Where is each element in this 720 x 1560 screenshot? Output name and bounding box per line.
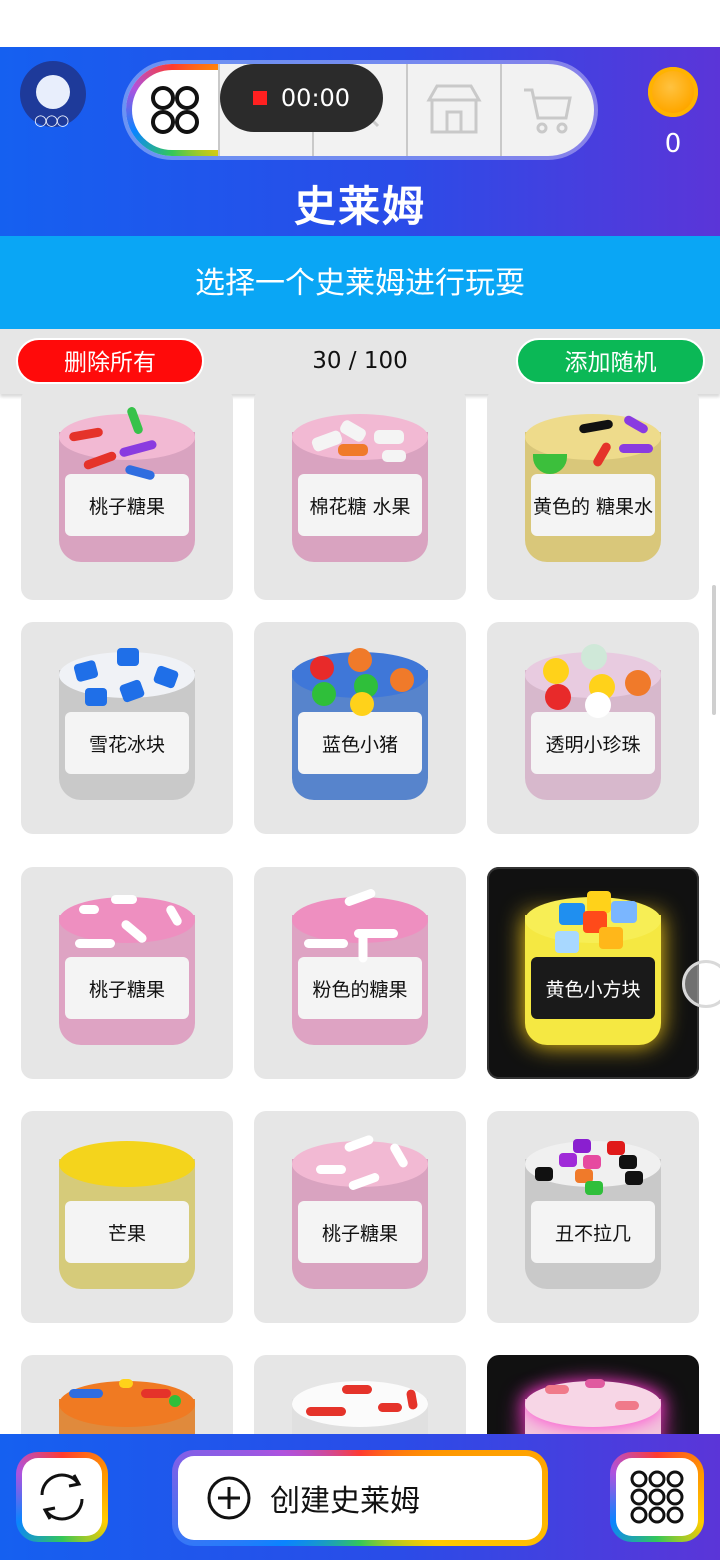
- cart-icon: [524, 88, 572, 134]
- record-dot-icon: [252, 91, 267, 105]
- create-slime-button[interactable]: 创建史莱姆: [172, 1450, 548, 1546]
- slime-label: 蓝色小猪: [321, 733, 398, 756]
- slime-card[interactable]: [487, 1355, 699, 1434]
- slime-card[interactable]: [254, 1355, 466, 1434]
- slime-card[interactable]: 芒果: [21, 1111, 233, 1323]
- slime-card[interactable]: 桃子糖果: [21, 394, 233, 600]
- coin-count: 0: [664, 129, 682, 159]
- subtitle-bar: 选择一个史莱姆进行玩耍: [0, 236, 720, 329]
- create-slime-label: 创建史莱姆: [270, 1484, 420, 1519]
- nav-store[interactable]: [406, 64, 500, 156]
- dots-grid-icon: [630, 1470, 684, 1524]
- slime-label: 粉色的糖果: [312, 978, 408, 1001]
- page-title: 史莱姆: [293, 182, 426, 231]
- record-timer: 00:00: [280, 84, 351, 112]
- add-random-button[interactable]: 添加随机: [516, 338, 705, 384]
- slime-label: 丑不拉几: [554, 1222, 631, 1245]
- slime-count: 30 / 100: [312, 348, 408, 374]
- plus-circle-icon: [207, 1476, 251, 1520]
- store-icon: [426, 84, 482, 134]
- slime-label: 桃子糖果: [88, 978, 165, 1001]
- slime-label: 透明小珍珠: [545, 733, 641, 756]
- avatar-dots: ○○○: [34, 111, 69, 129]
- scrollbar[interactable]: [712, 585, 716, 715]
- slime-card[interactable]: 黄色的 糖果水: [487, 394, 699, 600]
- refresh-button[interactable]: [16, 1452, 108, 1542]
- slime-card[interactable]: 棉花糖 水果: [254, 394, 466, 600]
- slime-card-selected[interactable]: 黄色小方块: [487, 867, 699, 1079]
- nav-cart[interactable]: [500, 64, 594, 156]
- slime-card[interactable]: 粉色的糖果: [254, 867, 466, 1079]
- slime-grid: 桃子糖果 棉花糖 水果 黄色的 糖果水 雪花冰块 蓝色小猪 透明小珍珠 桃子糖果…: [0, 394, 720, 1434]
- slime-card[interactable]: 桃子糖果: [21, 867, 233, 1079]
- slime-label: 桃子糖果: [321, 1222, 398, 1245]
- avatar[interactable]: ○○○: [20, 61, 86, 129]
- slime-card[interactable]: 雪花冰块: [21, 622, 233, 834]
- nav-grid[interactable]: [126, 64, 218, 156]
- slime-card[interactable]: [21, 1355, 233, 1434]
- slime-label: 芒果: [107, 1222, 146, 1245]
- status-bar: [0, 0, 720, 47]
- slime-label: 黄色的 糖果水: [532, 495, 654, 518]
- grid-icon: [151, 86, 199, 134]
- action-bar: 删除所有 30 / 100 添加随机: [0, 329, 720, 394]
- slime-card[interactable]: 丑不拉几: [487, 1111, 699, 1323]
- bottom-bar: 创建史莱姆: [0, 1434, 720, 1560]
- header: ○○○ 00:00 0 史莱姆: [0, 47, 720, 236]
- slime-card[interactable]: 蓝色小猪: [254, 622, 466, 834]
- slime-label: 棉花糖 水果: [309, 495, 411, 518]
- slime-label: 黄色小方块: [545, 978, 641, 1001]
- record-indicator[interactable]: 00:00: [220, 64, 383, 132]
- coin-icon: [648, 67, 698, 117]
- slime-label: 桃子糖果: [88, 495, 165, 518]
- slime-label: 雪花冰块: [88, 733, 165, 756]
- slime-card[interactable]: 桃子糖果: [254, 1111, 466, 1323]
- delete-all-button[interactable]: 删除所有: [16, 338, 204, 384]
- slime-card[interactable]: 透明小珍珠: [487, 622, 699, 834]
- refresh-icon: [40, 1473, 84, 1521]
- avatar-head: [36, 75, 70, 109]
- menu-grid-button[interactable]: [610, 1452, 704, 1542]
